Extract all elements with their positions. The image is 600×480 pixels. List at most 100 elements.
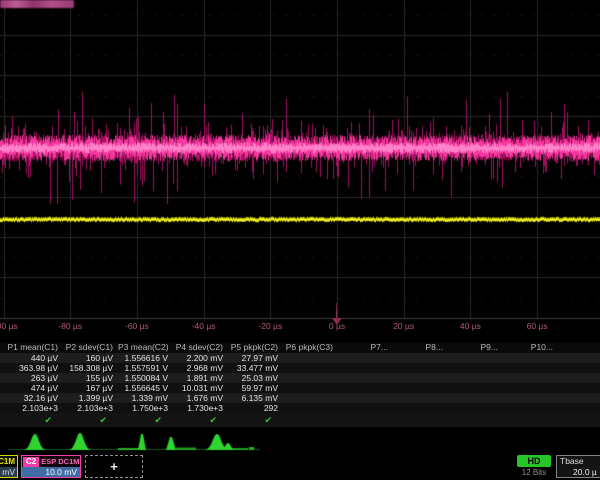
measurement-value (448, 393, 503, 403)
measurement-value: 440 µV (0, 353, 63, 363)
measurement-value (338, 353, 393, 363)
time-axis-label: -20 µs (258, 321, 282, 331)
measurement-value: 2.103e+3 (0, 403, 63, 413)
measurement-value (283, 363, 338, 373)
measurement-value: 160 µV (63, 353, 118, 363)
param-header-6[interactable]: P6 pkpk(C3) (283, 342, 338, 353)
measurement-value (283, 353, 338, 363)
measurement-value (393, 403, 448, 413)
measurement-value (503, 363, 558, 373)
status-check-icon (283, 413, 338, 427)
c2-esp-badge: ESP (41, 457, 56, 467)
measurement-value: 1.399 µV (63, 393, 118, 403)
time-axis-label: -40 µs (192, 321, 216, 331)
channel-c1-descriptor[interactable]: C1M 0 mV (0, 455, 18, 478)
measurement-value (448, 353, 503, 363)
param-header-7[interactable]: P7... (338, 342, 393, 353)
measurement-value: 158.308 µV (63, 363, 118, 373)
measurement-value: 27.97 mV (228, 353, 283, 363)
param-header-9[interactable]: P9... (448, 342, 503, 353)
time-axis-label: -80 µs (58, 321, 82, 331)
measurement-row: 363.98 µV158.308 µV1.557591 V2.968 mV33.… (0, 363, 600, 373)
param-header-4[interactable]: P4 sdev(C2) (173, 342, 228, 353)
status-check-icon (393, 413, 448, 427)
param-header-3[interactable]: P3 mean(C2) (118, 342, 173, 353)
trigger-stem (336, 303, 337, 318)
measurement-row: 263 µV155 µV1.550084 V1.891 mV25.03 mV (0, 373, 600, 383)
measurement-row: 440 µV160 µV1.556616 V2.200 mV27.97 mV (0, 353, 600, 363)
measurement-value (283, 373, 338, 383)
measurement-value: 1.339 mV (118, 393, 173, 403)
measurement-value (503, 353, 558, 363)
trigger-marker-icon[interactable] (332, 318, 342, 325)
measurement-row: 32.16 µV1.399 µV1.339 mV1.676 mV6.135 mV (0, 393, 600, 403)
time-axis-label: 60 µs (527, 321, 548, 331)
status-check-icon (503, 413, 558, 427)
measurement-value: 10.031 mV (173, 383, 228, 393)
measurement-value: 1.750e+3 (118, 403, 173, 413)
timebase-value: 20.0 µ (557, 467, 600, 477)
status-check-icon: ✔ (118, 413, 173, 427)
c2-scale-value: 10.0 mV (22, 467, 80, 477)
status-check-icon (448, 413, 503, 427)
param-header-1[interactable]: P1 mean(C1) (0, 342, 63, 353)
c2-coupling-badge: DC1M (58, 457, 79, 467)
measurement-value: 1.676 mV (173, 393, 228, 403)
measurement-value (503, 403, 558, 413)
measurement-value (503, 383, 558, 393)
measurement-value: 1.556645 V (118, 383, 173, 393)
measurement-value: 1.730e+3 (173, 403, 228, 413)
measurement-value (393, 353, 448, 363)
truncated-trace-label (0, 0, 74, 8)
param-header-8[interactable]: P8... (393, 342, 448, 353)
c1-scale-value: 0 mV (0, 467, 17, 477)
time-axis: -100 µs-80 µs-60 µs-40 µs-20 µs0 µs20 µs… (0, 321, 600, 334)
measurement-value (503, 373, 558, 383)
param-header-5[interactable]: P5 pkpk(C2) (228, 342, 283, 353)
param-header-2[interactable]: P2 sdev(C1) (63, 342, 118, 353)
measurement-value (338, 383, 393, 393)
measurement-value (283, 383, 338, 393)
hd-mode-badge: HD (517, 455, 551, 467)
cursor-readout-box[interactable]: + (85, 455, 143, 478)
status-check-icon: ✔ (0, 413, 63, 427)
measurement-table: P1 mean(C1)P2 sdev(C1)P3 mean(C2)P4 sdev… (0, 342, 600, 427)
time-axis-label: 20 µs (393, 321, 414, 331)
time-axis-label: -100 µs (0, 321, 18, 331)
timebase-label: Tbase (557, 456, 600, 467)
measurement-value: 25.03 mV (228, 373, 283, 383)
measurement-value: 1.891 mV (173, 373, 228, 383)
measurement-value (338, 403, 393, 413)
c2-descriptor-top: C2 ESP DC1M (22, 456, 80, 467)
measurement-value (338, 373, 393, 383)
param-header-10[interactable]: P10... (503, 342, 558, 353)
measurement-value (338, 363, 393, 373)
measurement-value: 2.103e+3 (63, 403, 118, 413)
measurement-value (283, 403, 338, 413)
measurement-value: 2.968 mV (173, 363, 228, 373)
measurement-value: 32.16 µV (0, 393, 63, 403)
measurement-value (338, 393, 393, 403)
channel-c2-descriptor[interactable]: C2 ESP DC1M 10.0 mV (21, 455, 81, 478)
measurement-value (283, 393, 338, 403)
timebase-descriptor[interactable]: Tbase 20.0 µ (556, 455, 600, 478)
oscilloscope-screen: { "colors": { "background": "#000000", "… (0, 0, 600, 480)
bit-resolution-label: 12 Bits (513, 468, 555, 477)
measurement-value: 167 µV (63, 383, 118, 393)
measurement-value (393, 383, 448, 393)
measurement-value (393, 373, 448, 383)
measurement-value: 292 (228, 403, 283, 413)
status-check-icon: ✔ (228, 413, 283, 427)
time-axis-label: 40 µs (460, 321, 481, 331)
status-check-icon: ✔ (63, 413, 118, 427)
measurement-value: 474 µV (0, 383, 63, 393)
measurement-value (393, 393, 448, 403)
measurement-value: 59.97 mV (228, 383, 283, 393)
measurement-value (393, 363, 448, 373)
status-check-icon (338, 413, 393, 427)
measurement-value: 2.200 mV (173, 353, 228, 363)
measurement-value: 6.135 mV (228, 393, 283, 403)
time-axis-label: -60 µs (125, 321, 149, 331)
c1-coupling-badge: C1M (0, 456, 17, 467)
measurement-value: 33.477 mV (228, 363, 283, 373)
